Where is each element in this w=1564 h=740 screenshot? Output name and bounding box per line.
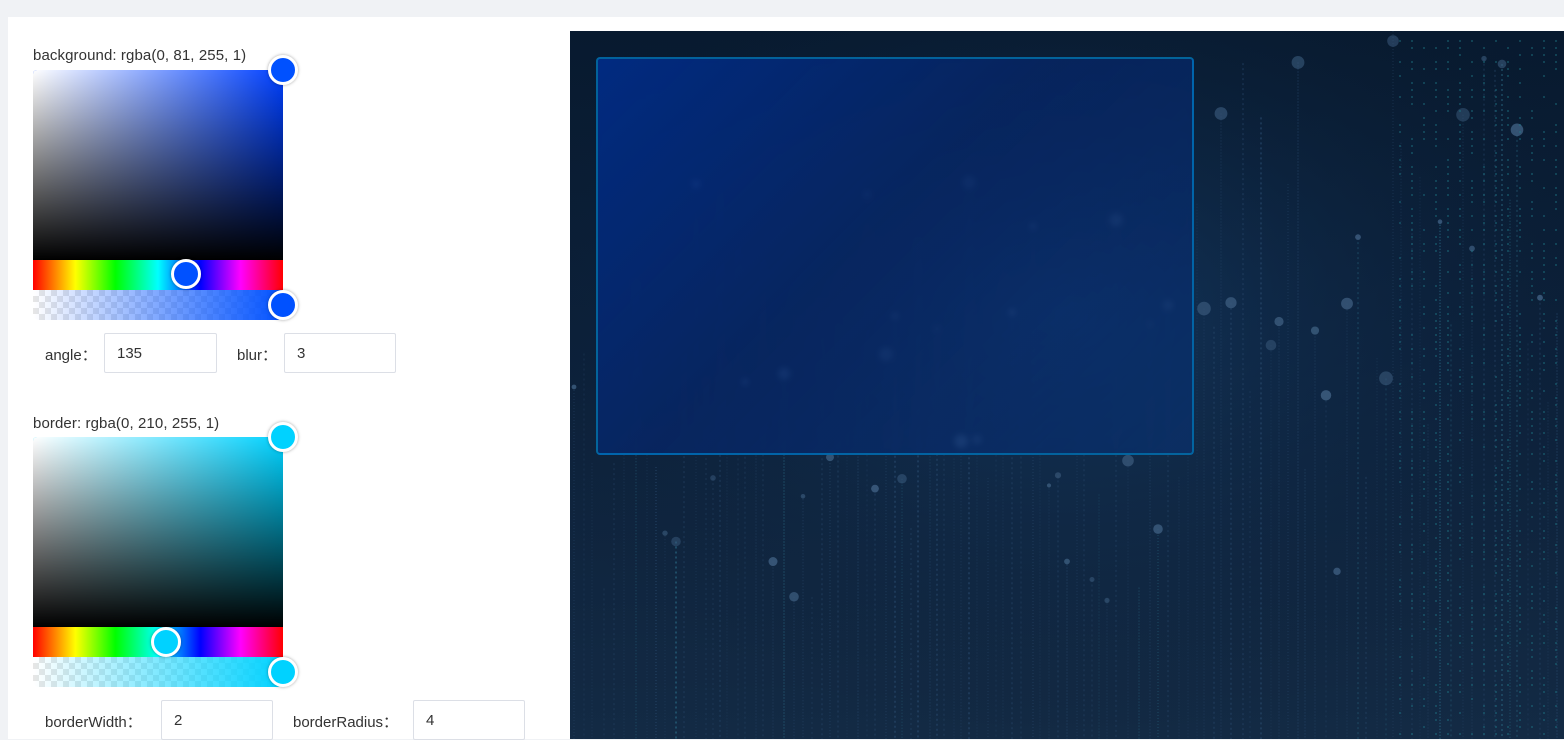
preview-area <box>570 31 1564 739</box>
border-saturation-handle[interactable] <box>268 422 298 452</box>
background-color-picker <box>33 55 298 320</box>
border-width-input[interactable] <box>161 700 273 740</box>
blur-input[interactable] <box>284 333 396 373</box>
border-alpha-slider[interactable] <box>33 657 283 687</box>
border-saturation-panel[interactable] <box>33 437 283 627</box>
background-alpha-handle[interactable] <box>268 290 298 320</box>
border-radius-label: borderRadius： <box>293 714 399 731</box>
blur-label: blur： <box>237 347 278 364</box>
angle-input[interactable] <box>104 333 217 373</box>
background-saturation-panel[interactable] <box>33 70 283 260</box>
background-alpha-slider[interactable] <box>33 290 283 320</box>
background-hue-slider[interactable] <box>33 260 283 290</box>
angle-label: angle： <box>45 347 97 364</box>
border-radius-input[interactable] <box>413 700 525 740</box>
border-alpha-handle[interactable] <box>268 657 298 687</box>
background-hue-handle[interactable] <box>171 259 201 289</box>
glass-card-preview <box>596 57 1194 455</box>
border-color-label: border: rgba(0, 210, 255, 1) <box>33 415 220 432</box>
border-width-label: borderWidth： <box>45 714 142 731</box>
border-color-picker <box>33 422 298 687</box>
background-color-label: background: rgba(0, 81, 255, 1) <box>33 47 247 64</box>
border-hue-handle[interactable] <box>151 627 181 657</box>
background-saturation-handle[interactable] <box>268 55 298 85</box>
